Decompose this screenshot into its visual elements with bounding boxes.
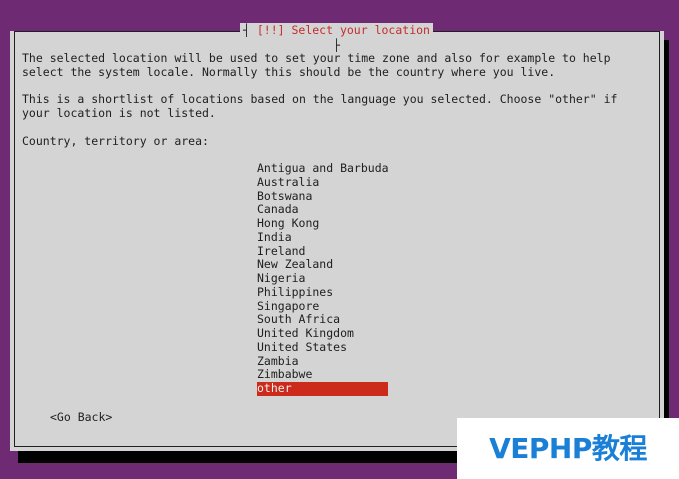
country-option[interactable]: South Africa: [257, 312, 388, 327]
description-line: your location is not listed.: [22, 106, 216, 120]
dialog-title: ┤ [!!] Select your location ├: [240, 23, 433, 52]
country-list[interactable]: Antigua and Barbuda Australia Botswana Cana…: [257, 161, 389, 396]
watermark-logo: VEPHP教程: [457, 418, 679, 479]
location-dialog: ┤ [!!] Select your location ├ The select…: [10, 23, 664, 451]
country-option[interactable]: India: [257, 230, 388, 245]
country-option[interactable]: New Zealand: [257, 257, 388, 272]
go-back-button[interactable]: <Go Back>: [50, 410, 112, 424]
country-option[interactable]: United States: [257, 340, 388, 355]
country-option[interactable]: other: [257, 381, 388, 396]
country-option[interactable]: United Kingdom: [257, 326, 388, 341]
country-option[interactable]: Canada: [257, 202, 388, 217]
description-line: This is a shortlist of locations based o…: [22, 92, 618, 106]
description-line: select the system locale. Normally this …: [22, 65, 556, 79]
country-option[interactable]: Zimbabwe: [257, 367, 388, 382]
country-option[interactable]: Hong Kong: [257, 216, 388, 231]
country-option[interactable]: Philippines: [257, 285, 388, 300]
country-option[interactable]: Singapore: [257, 299, 388, 314]
dialog-title-text: [!!] Select your location: [256, 23, 430, 37]
country-option[interactable]: Antigua and Barbuda: [257, 161, 389, 176]
country-option[interactable]: Australia: [257, 175, 388, 190]
country-option[interactable]: Botswana: [257, 189, 388, 204]
list-prompt: Country, territory or area:: [22, 134, 209, 148]
description-line: The selected location will be used to se…: [22, 51, 611, 65]
country-option[interactable]: Ireland: [257, 244, 388, 259]
country-option[interactable]: Nigeria: [257, 271, 388, 286]
country-option[interactable]: Zambia: [257, 354, 388, 369]
